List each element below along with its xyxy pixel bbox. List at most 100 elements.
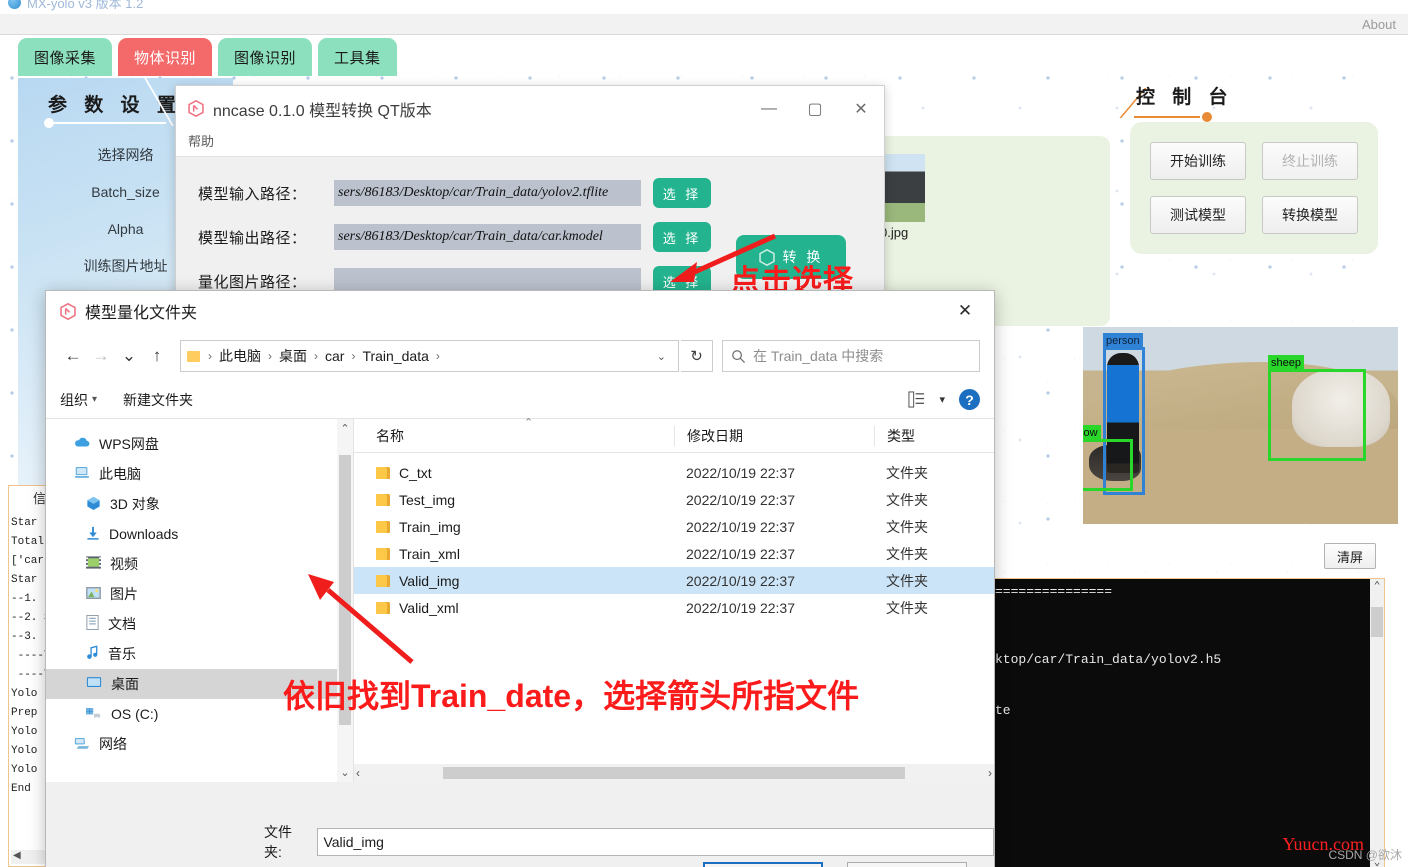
table-row[interactable]: Train_xml 2022/10/19 22:37 文件夹 bbox=[354, 540, 994, 567]
search-box[interactable]: 在 Train_data 中搜索 bbox=[722, 340, 980, 372]
model-input-path-browse-button[interactable]: 选 择 bbox=[653, 178, 711, 208]
sidebar-scrollbar[interactable]: ⌃ ⌄ bbox=[337, 419, 353, 782]
sidebar-scroll-up-icon[interactable]: ⌃ bbox=[340, 422, 349, 435]
sidebar-item-label: 音乐 bbox=[108, 646, 136, 662]
close-icon[interactable]: ✕ bbox=[838, 86, 884, 131]
scroll-up-arrow-icon[interactable]: ⌃ bbox=[1374, 579, 1381, 593]
file-date-cell: 2022/10/19 22:37 bbox=[686, 599, 795, 616]
terminal-scrollbar[interactable]: ⌃ ⌄ bbox=[1370, 579, 1384, 867]
stop-training-button[interactable]: 终止训练 bbox=[1262, 142, 1358, 180]
forward-icon[interactable]: → bbox=[88, 341, 114, 371]
new-folder-button[interactable]: 新建文件夹 bbox=[123, 390, 193, 410]
help-icon[interactable]: ? bbox=[959, 389, 980, 410]
model-output-path-field[interactable]: sers/86183/Desktop/car/Train_data/car.km… bbox=[334, 224, 641, 250]
convert-model-button[interactable]: 转换模型 bbox=[1262, 196, 1358, 234]
terminal-line: te bbox=[995, 703, 1011, 718]
sort-ascending-icon[interactable]: ⌃ bbox=[524, 416, 533, 429]
sidebar-item-4[interactable]: 视频 bbox=[46, 549, 353, 579]
minimize-icon[interactable]: — bbox=[746, 86, 792, 131]
sidebar-item-1[interactable]: 此电脑 bbox=[46, 459, 353, 489]
breadcrumb-sep-0: › bbox=[208, 349, 212, 363]
column-header-name[interactable]: 名称 bbox=[354, 426, 674, 446]
sidebar-item-label: 桌面 bbox=[111, 676, 139, 692]
thumbnail-item[interactable]: 0.jpg bbox=[880, 154, 935, 240]
tab-image-capture[interactable]: 图像采集 bbox=[18, 38, 113, 76]
file-type-cell: 文件夹 bbox=[886, 464, 928, 481]
terminal-scroll-thumb[interactable] bbox=[1371, 607, 1383, 637]
table-row[interactable]: Test_img 2022/10/19 22:37 文件夹 bbox=[354, 486, 994, 513]
picker-main: WPS网盘 此电脑 3D 对象 Downloads 视频 图片 文档 音乐 桌面 OS (C:) 网… bbox=[46, 416, 994, 782]
select-folder-button[interactable]: 选择文件夹 bbox=[703, 862, 823, 867]
refresh-icon[interactable]: ↻ bbox=[681, 340, 713, 372]
table-row[interactable]: Valid_img 2022/10/19 22:37 文件夹 bbox=[354, 567, 994, 594]
model-output-path-browse-button[interactable]: 选 择 bbox=[653, 222, 711, 252]
sidebar-scroll-down-icon[interactable]: ⌄ bbox=[340, 766, 349, 779]
tab-toolset[interactable]: 工具集 bbox=[318, 38, 397, 76]
sidebar-item-3[interactable]: Downloads bbox=[46, 519, 353, 549]
recent-locations-icon[interactable]: ⌄ bbox=[116, 341, 142, 371]
app-logo-icon bbox=[8, 0, 21, 9]
folder-name-row: 文件夹: Valid_img bbox=[264, 822, 994, 862]
sidebar-item-label: 文档 bbox=[108, 616, 136, 632]
watermark-gray: CSDN @欲沐 bbox=[1328, 848, 1402, 862]
back-icon[interactable]: ← bbox=[60, 341, 86, 371]
cancel-button[interactable]: 取消 bbox=[847, 862, 967, 867]
picker-footer: 文件夹: Valid_img 选择文件夹 取消 bbox=[46, 782, 994, 867]
start-training-button[interactable]: 开始训练 bbox=[1150, 142, 1246, 180]
file-name-text: Valid_img bbox=[399, 572, 460, 589]
breadcrumb-item-this-pc[interactable]: 此电脑 bbox=[217, 346, 263, 366]
breadcrumb-dropdown-icon[interactable]: ⌄ bbox=[657, 350, 672, 363]
file-type-cell: 文件夹 bbox=[886, 599, 928, 616]
3d-object-icon bbox=[86, 496, 101, 513]
about-menu-item[interactable]: About bbox=[1356, 16, 1402, 33]
file-name-text: Train_xml bbox=[399, 545, 460, 562]
nncase-help-menu[interactable]: 帮助 bbox=[188, 134, 214, 149]
sidebar-item-10[interactable]: 网络 bbox=[46, 729, 353, 759]
breadcrumb-sep-4: › bbox=[435, 349, 440, 363]
tab-image-recognition[interactable]: 图像识别 bbox=[218, 38, 313, 76]
sidebar-item-5[interactable]: 图片 bbox=[46, 579, 353, 609]
hscroll-left-icon[interactable]: ‹ bbox=[356, 766, 360, 780]
terminal-line: =============== bbox=[995, 584, 1113, 599]
sidebar-item-6[interactable]: 文档 bbox=[46, 609, 353, 639]
thumbnail-filename: 0.jpg bbox=[880, 225, 909, 240]
tab-object-detection[interactable]: 物体识别 bbox=[118, 38, 213, 76]
hscroll-thumb[interactable] bbox=[443, 767, 905, 779]
file-list-header: ⌃ 名称 修改日期 类型 bbox=[354, 416, 994, 453]
picker-close-icon[interactable]: ✕ bbox=[944, 291, 986, 331]
app-title-text: MX-yolo v3 版本 1.2 bbox=[27, 0, 144, 11]
file-date-cell: 2022/10/19 22:37 bbox=[686, 518, 795, 535]
breadcrumb-item-train-data[interactable]: Train_data bbox=[360, 348, 430, 364]
clear-screen-button[interactable]: 清屏 bbox=[1324, 543, 1376, 569]
test-model-button[interactable]: 测试模型 bbox=[1150, 196, 1246, 234]
file-list-horizontal-scrollbar[interactable]: ‹ › bbox=[354, 764, 994, 782]
sidebar-scroll-thumb[interactable] bbox=[339, 455, 351, 595]
model-input-path-label: 模型输入路径： bbox=[198, 185, 307, 203]
sidebar-item-7[interactable]: 音乐 bbox=[46, 639, 353, 669]
organize-button[interactable]: 组织 ▾ bbox=[60, 390, 97, 410]
sidebar-item-0[interactable]: WPS网盘 bbox=[46, 429, 353, 459]
music-icon bbox=[86, 645, 99, 663]
breadcrumb-item-desktop[interactable]: 桌面 bbox=[277, 346, 309, 366]
terminal-output[interactable]: =============== ktop/car/Train_data/yolo… bbox=[990, 578, 1385, 867]
model-input-path-field[interactable]: sers/86183/Desktop/car/Train_data/yolov2… bbox=[334, 180, 641, 206]
nncase-logo-icon bbox=[188, 100, 204, 117]
breadcrumb-item-car[interactable]: car bbox=[323, 348, 346, 364]
view-dropdown-icon[interactable]: ▾ bbox=[939, 393, 945, 406]
column-header-type[interactable]: 类型 bbox=[874, 425, 994, 446]
folder-name-input[interactable]: Valid_img bbox=[317, 828, 994, 856]
breadcrumb[interactable]: › 此电脑 › 桌面 › car › Train_data › ⌄ bbox=[180, 340, 679, 372]
maximize-icon[interactable]: ▢ bbox=[792, 86, 838, 131]
up-one-level-icon[interactable]: ↑ bbox=[144, 341, 170, 371]
sidebar-item-2[interactable]: 3D 对象 bbox=[46, 489, 353, 519]
search-input[interactable]: 在 Train_data 中搜索 bbox=[753, 346, 883, 366]
terminal-line: ktop/car/Train_data/yolov2.h5 bbox=[995, 652, 1222, 667]
folder-icon bbox=[376, 574, 390, 587]
view-layout-icon[interactable] bbox=[908, 391, 925, 408]
table-row[interactable]: Train_img 2022/10/19 22:37 文件夹 bbox=[354, 513, 994, 540]
table-row[interactable]: C_txt 2022/10/19 22:37 文件夹 bbox=[354, 459, 994, 486]
table-row[interactable]: Valid_xml 2022/10/19 22:37 文件夹 bbox=[354, 594, 994, 621]
breadcrumb-folder-icon bbox=[187, 350, 200, 362]
hscroll-right-icon[interactable]: › bbox=[988, 766, 992, 780]
column-header-date[interactable]: 修改日期 bbox=[674, 425, 874, 446]
